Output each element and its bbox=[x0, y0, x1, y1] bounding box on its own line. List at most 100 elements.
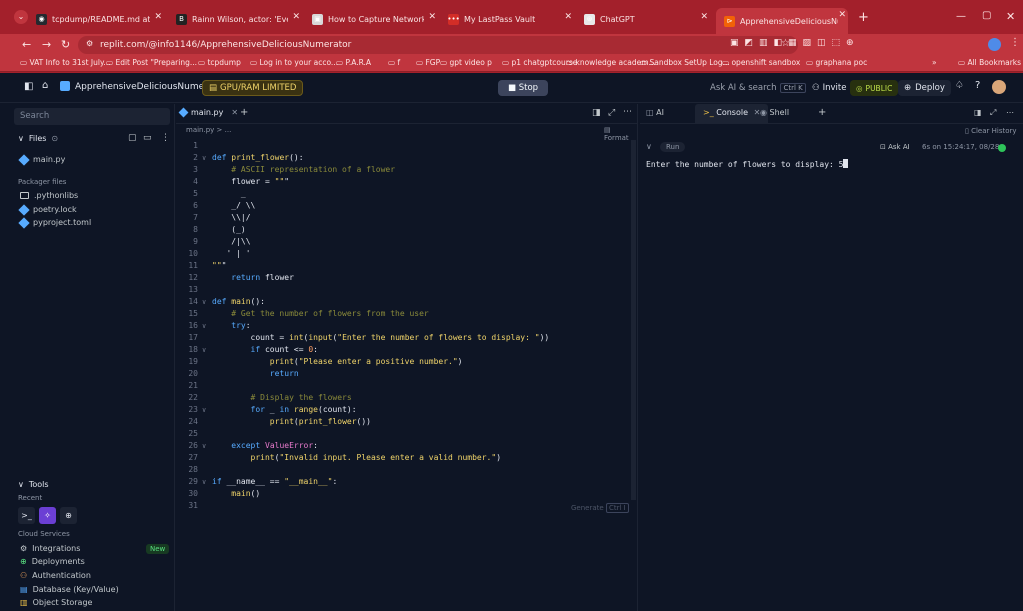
home-icon[interactable]: ⌂ bbox=[42, 80, 48, 91]
close-tab-icon[interactable]: ✕ bbox=[564, 12, 572, 22]
maximize-icon[interactable]: ▢ bbox=[982, 10, 991, 21]
browser-tab[interactable]: ◉ tcpdump/README.md at main ✕ bbox=[32, 10, 164, 28]
menu-icon[interactable]: ⋮ bbox=[1010, 37, 1020, 48]
code-line[interactable]: # ASCII representation of a flower bbox=[212, 164, 395, 176]
breadcrumb[interactable]: main.py > ... bbox=[186, 126, 231, 134]
code-line[interactable]: # Display the flowers bbox=[212, 392, 352, 404]
new-folder-icon[interactable]: ▭ bbox=[143, 133, 152, 143]
extensions-area[interactable]: ▣◩▥◧▦▨◫⬚⊕ bbox=[730, 38, 860, 48]
ask-ai-button[interactable]: ⊡ Ask AI bbox=[880, 143, 910, 151]
new-file-icon[interactable]: ▢ bbox=[128, 133, 137, 143]
site-info-icon[interactable]: ⚙ bbox=[86, 39, 93, 48]
reload-icon[interactable]: ↻ bbox=[61, 38, 70, 51]
ai-tool-icon[interactable]: ✧ bbox=[39, 507, 56, 524]
bookmark-item[interactable]: ▭ f bbox=[388, 58, 400, 67]
code-line[interactable]: _/ \\ bbox=[212, 200, 255, 212]
fold-chevron-icon[interactable]: ∨ bbox=[202, 320, 206, 332]
public-badge[interactable]: ◎ PUBLIC bbox=[850, 80, 899, 96]
bookmark-item[interactable]: ▭ graphana poc bbox=[806, 58, 867, 67]
run-section-toggle[interactable]: ∨ bbox=[646, 142, 652, 151]
pane-menu-icon[interactable]: ⋯ bbox=[623, 107, 632, 117]
close-tab-icon[interactable]: ✕ bbox=[231, 108, 238, 117]
code-line[interactable]: if __name__ == "__main__": bbox=[212, 476, 337, 488]
fold-chevron-icon[interactable]: ∨ bbox=[202, 344, 206, 356]
back-icon[interactable]: ← bbox=[22, 38, 31, 51]
forward-icon[interactable]: → bbox=[42, 38, 51, 51]
code-line[interactable]: return flower bbox=[212, 272, 294, 284]
minimize-icon[interactable]: — bbox=[956, 11, 966, 22]
code-line[interactable]: /|\\ bbox=[212, 236, 250, 248]
deploy-button[interactable]: ⊕ Deploy bbox=[898, 80, 951, 96]
code-line[interactable]: def print_flower(): bbox=[212, 152, 304, 164]
bookmark-item[interactable]: ▭ FGP bbox=[416, 58, 440, 67]
expand-icon[interactable]: ⤢ bbox=[990, 108, 996, 118]
code-line[interactable]: return bbox=[212, 368, 299, 380]
console-output[interactable]: Enter the number of flowers to display: … bbox=[646, 159, 849, 169]
bookmark-item[interactable]: ▭ Edit Post "Preparing... bbox=[106, 58, 197, 67]
code-line[interactable]: def main(): bbox=[212, 296, 265, 308]
service-integrations[interactable]: ⚙ Integrations bbox=[20, 544, 80, 553]
add-tab-icon[interactable]: + bbox=[240, 107, 248, 118]
tab-search-icon[interactable]: ⌄ bbox=[14, 10, 28, 24]
bookmark-item[interactable]: ▭ VAT Info to 31st July... bbox=[20, 58, 110, 67]
close-tab-icon[interactable]: ✕ bbox=[428, 12, 436, 22]
code-line[interactable]: _ bbox=[212, 188, 246, 200]
code-line[interactable]: except ValueError: bbox=[212, 440, 318, 452]
editor-scrollbar[interactable] bbox=[631, 140, 636, 500]
add-tab-icon[interactable]: + bbox=[818, 107, 826, 118]
close-tab-icon[interactable]: ✕ bbox=[838, 10, 846, 20]
split-pane-icon[interactable]: ◨ bbox=[974, 108, 982, 117]
close-window-icon[interactable]: ✕ bbox=[1006, 10, 1015, 23]
search-input[interactable]: Search bbox=[14, 108, 170, 125]
tab-console[interactable]: >_ Console ✕ bbox=[695, 104, 769, 124]
tab-ai[interactable]: ◫ AI bbox=[646, 108, 664, 117]
service-authentication[interactable]: ⚇ Authentication bbox=[20, 571, 91, 580]
bookmark-item[interactable]: ▭ Log in to your acco... bbox=[250, 58, 338, 67]
code-line[interactable]: for _ in range(count): bbox=[212, 404, 357, 416]
sidebar-toggle-icon[interactable]: ◧ bbox=[24, 81, 33, 92]
new-tab-button[interactable]: + bbox=[858, 10, 869, 25]
service-database[interactable]: ▤ Database (Key/Value) bbox=[20, 585, 119, 594]
generate-hint[interactable]: Generate Ctrl I bbox=[571, 503, 629, 513]
bookmark-item[interactable]: ▭ tcpdump bbox=[198, 58, 241, 67]
code-line[interactable]: flower = """ bbox=[212, 176, 289, 188]
fold-chevron-icon[interactable]: ∨ bbox=[202, 404, 206, 416]
stop-button[interactable]: ■ Stop bbox=[498, 80, 549, 96]
tools-header[interactable]: ∨ Tools bbox=[18, 480, 49, 489]
clear-history-button[interactable]: ▯ Clear History bbox=[965, 127, 1017, 135]
code-line[interactable]: \\|/ bbox=[212, 212, 250, 224]
code-line[interactable]: """ bbox=[212, 260, 226, 272]
file-poetry-lock[interactable]: poetry.lock bbox=[18, 203, 77, 216]
file-pyproject-toml[interactable]: pyproject.toml bbox=[18, 216, 91, 229]
bookmark-item[interactable]: ▭ P.A.R.A bbox=[336, 58, 371, 67]
profile-avatar[interactable] bbox=[988, 38, 1001, 51]
code-line[interactable]: if count <= 0: bbox=[212, 344, 318, 356]
browser-tab[interactable]: ⊳ ApprehensiveDeliciousNumera✕ bbox=[716, 8, 848, 34]
code-line[interactable]: print("Please enter a positive number.") bbox=[212, 356, 463, 368]
files-header[interactable]: ∨ Files ⊙ bbox=[18, 134, 58, 143]
close-tab-icon[interactable]: ✕ bbox=[292, 12, 300, 22]
browser-tab[interactable]: B Rainn Wilson, actor: 'Even thou ✕ bbox=[172, 10, 302, 28]
browser-tab[interactable]: ⊛ ChatGPT ✕ bbox=[580, 10, 710, 28]
code-line[interactable]: # Get the number of flowers from the use… bbox=[212, 308, 428, 320]
close-tab-icon[interactable]: ✕ bbox=[700, 12, 708, 22]
fold-chevron-icon[interactable]: ∨ bbox=[202, 296, 206, 308]
bookmark-item[interactable]: » bbox=[932, 58, 937, 67]
code-line[interactable]: (_) bbox=[212, 224, 245, 236]
file-main-py[interactable]: main.py bbox=[18, 153, 65, 166]
split-pane-icon[interactable]: ◨ bbox=[592, 108, 601, 118]
tab-shell[interactable]: ◉ Shell bbox=[760, 108, 789, 117]
pane-menu-icon[interactable]: ⋯ bbox=[1006, 108, 1014, 117]
user-avatar[interactable] bbox=[992, 80, 1006, 94]
invite-button[interactable]: ⚇ Invite bbox=[806, 80, 852, 96]
address-bar[interactable]: ⚙ replit.com/@info1146/ApprehensiveDelic… bbox=[78, 36, 798, 54]
shell-tool-icon[interactable]: >_ bbox=[18, 507, 35, 524]
service-deployments[interactable]: ⊕ Deployments bbox=[20, 557, 85, 566]
browser-tab[interactable]: ••• My LastPass Vault ✕ bbox=[444, 10, 574, 28]
bookmark-item[interactable]: ▭ openshift sandbox bbox=[722, 58, 800, 67]
code-line[interactable]: main() bbox=[212, 488, 260, 500]
bell-icon[interactable]: ♤ bbox=[955, 80, 964, 91]
deploy-tool-icon[interactable]: ⊕ bbox=[60, 507, 77, 524]
tab-main-py[interactable]: main.py ✕ bbox=[178, 107, 238, 118]
bookmark-item[interactable]: ▭ gpt video p bbox=[440, 58, 492, 67]
